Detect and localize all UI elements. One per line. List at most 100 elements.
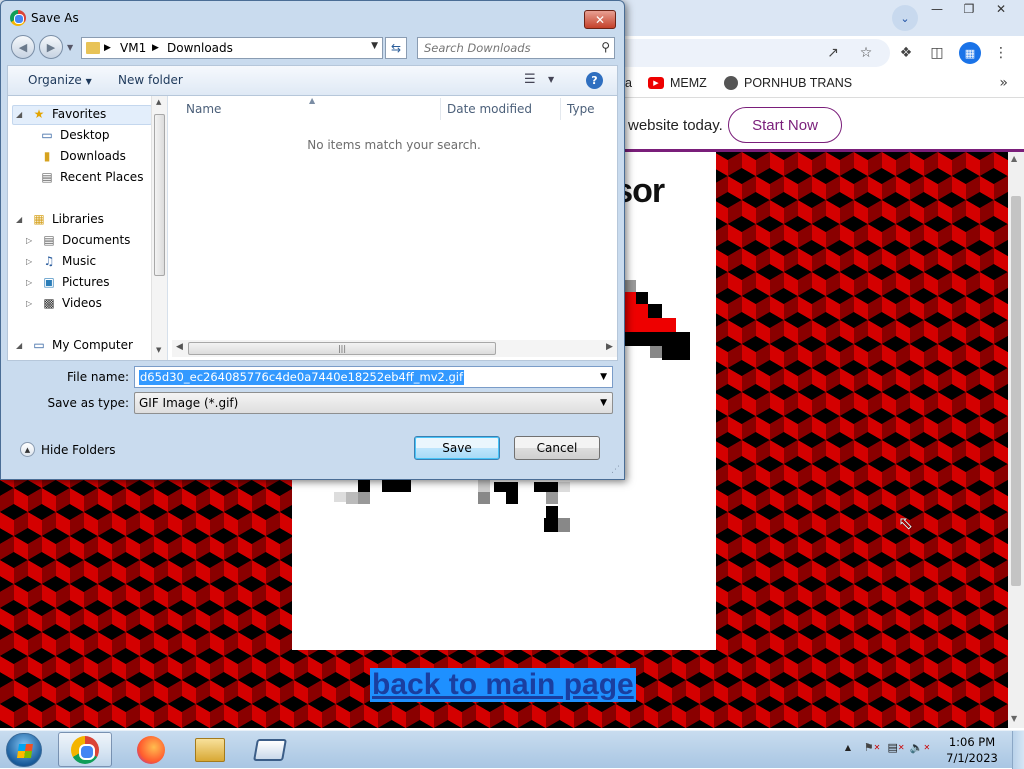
new-folder-button[interactable]: New folder <box>118 73 183 87</box>
search-input[interactable] <box>422 40 592 56</box>
maximize-button[interactable]: ❐ <box>954 0 984 18</box>
resize-grip-icon[interactable]: ⋰ <box>611 465 620 475</box>
column-divider[interactable] <box>440 98 441 120</box>
chevron-down-icon[interactable]: ▼ <box>600 372 607 382</box>
column-divider[interactable] <box>560 98 561 120</box>
page-scrollbar[interactable]: ▲ ▼ <box>1008 152 1024 728</box>
recent-locations-icon[interactable]: ▼ <box>67 43 73 52</box>
chevron-down-icon: ⌄ <box>900 11 910 25</box>
tree-item-music[interactable]: ▷ ♫ Music <box>26 254 96 268</box>
volume-muted-icon[interactable]: 🔈 ✕ <box>910 739 930 755</box>
column-header-type[interactable]: Type <box>567 102 595 116</box>
bookmark-star-icon[interactable]: ☆ <box>855 42 877 64</box>
address-dropdown-icon[interactable]: ▼ <box>371 41 378 51</box>
view-dropdown-icon[interactable]: ▼ <box>548 75 554 84</box>
expand-arrow-icon[interactable]: ◢ <box>16 110 26 119</box>
back-button[interactable]: ◀ <box>11 35 35 59</box>
breadcrumb-chevron-icon[interactable]: ▶ <box>152 43 159 53</box>
help-icon[interactable]: ? <box>586 72 603 89</box>
bookmark-partial-label[interactable]: a <box>625 76 632 90</box>
minimize-button[interactable]: — <box>922 0 952 18</box>
expand-arrow-icon[interactable]: ◢ <box>16 341 26 350</box>
collapsed-arrow-icon[interactable]: ▷ <box>26 257 36 266</box>
tree-item-recent-places[interactable]: ▤ Recent Places <box>39 170 143 184</box>
expand-arrow-icon[interactable]: ◢ <box>16 215 26 224</box>
file-name-field[interactable]: d65d30_ec264085776c4de0a7440e18252eb4ff_… <box>134 366 613 388</box>
save-button[interactable]: Save <box>414 436 500 460</box>
nav-pane-scrollbar[interactable]: ▲ ▼ <box>151 96 167 360</box>
address-breadcrumb[interactable]: ▶ VM1 ▶ Downloads ▼ <box>81 37 383 59</box>
view-options-icon[interactable]: ☰ <box>524 72 536 87</box>
search-icon[interactable]: ⚲ <box>601 40 610 54</box>
scrollbar-thumb[interactable] <box>1011 196 1021 586</box>
collapsed-arrow-icon[interactable]: ▷ <box>26 236 36 245</box>
side-panel-icon[interactable]: ◫ <box>926 42 948 64</box>
tab-search-button[interactable]: ⌄ <box>892 5 918 31</box>
scrollbar-thumb[interactable] <box>154 114 165 276</box>
start-button[interactable] <box>6 733 42 767</box>
organize-menu[interactable]: Organize ▼ <box>28 73 92 87</box>
scroll-right-icon[interactable]: ▶ <box>606 342 613 352</box>
profile-avatar-icon[interactable]: ▦ <box>959 42 981 64</box>
taskbar-app-window[interactable] <box>243 732 297 767</box>
hide-folders-button[interactable]: ▲ Hide Folders <box>20 442 116 457</box>
taskbar-explorer[interactable] <box>183 732 237 767</box>
start-now-button[interactable]: Start Now <box>728 107 842 143</box>
column-header-name[interactable]: Name <box>186 102 221 116</box>
extensions-icon[interactable]: ❖ <box>895 42 917 64</box>
clock-date: 7/1/2023 <box>946 751 998 765</box>
scrollbar-thumb[interactable]: ||| <box>188 342 496 355</box>
back-to-main-page-link[interactable]: back to main page <box>370 668 636 702</box>
tree-item-favorites[interactable]: ◢ ★ Favorites <box>16 107 106 121</box>
collapsed-arrow-icon[interactable]: ▷ <box>26 299 36 308</box>
cancel-button[interactable]: Cancel <box>514 436 600 460</box>
bookmark-pornhub-trans[interactable]: PORNHUB TRANS <box>724 76 852 90</box>
more-bookmarks-icon[interactable]: » <box>999 75 1008 91</box>
tree-item-documents[interactable]: ▷ ▤ Documents <box>26 233 130 247</box>
dialog-close-button[interactable]: ✕ <box>584 10 616 29</box>
scroll-up-icon[interactable]: ▲ <box>1011 154 1017 163</box>
scroll-down-icon[interactable]: ▼ <box>1011 714 1017 723</box>
tree-item-pictures[interactable]: ▷ ▣ Pictures <box>26 275 110 289</box>
command-bar: Organize ▼ New folder ☰ ▼ ? <box>7 65 618 95</box>
dialog-titlebar[interactable]: Save As ✕ <box>1 1 624 33</box>
scroll-left-icon[interactable]: ◀ <box>176 342 183 352</box>
bookmark-memz[interactable]: ▶ MEMZ <box>648 76 707 90</box>
tree-item-libraries[interactable]: ◢ ▦ Libraries <box>16 212 104 226</box>
scroll-up-icon[interactable]: ▲ <box>156 98 161 106</box>
action-center-flag-icon[interactable]: ⚑ ✕ <box>864 739 881 755</box>
menu-kebab-icon[interactable]: ⋮ <box>990 42 1012 64</box>
share-icon[interactable]: ↗ <box>822 42 844 64</box>
search-box[interactable]: ⚲ <box>417 37 615 59</box>
system-clock[interactable]: 1:06 PM 7/1/2023 <box>940 734 1004 766</box>
forward-button[interactable]: ▶ <box>39 35 63 59</box>
show-hidden-icons-icon[interactable]: ▲ <box>840 739 856 755</box>
breadcrumb-chevron-icon[interactable]: ▶ <box>104 43 111 53</box>
column-header-date-modified[interactable]: Date modified <box>447 102 532 116</box>
network-icon[interactable]: ▤ ✕ <box>887 739 904 755</box>
tree-item-my-computer[interactable]: ◢ ▭ My Computer <box>16 338 133 352</box>
taskbar-firefox[interactable] <box>124 732 178 767</box>
back-arrow-icon: ◀ <box>18 40 28 54</box>
close-button[interactable]: ✕ <box>986 0 1016 18</box>
refresh-button[interactable]: ⇆ <box>385 37 407 59</box>
folder-icon <box>86 42 100 54</box>
taskbar: ▲ ⚑ ✕ ▤ ✕ 🔈 ✕ 1:06 PM 7/1/2023 <box>0 730 1024 769</box>
breadcrumb-downloads[interactable]: Downloads <box>167 41 233 55</box>
breadcrumb-vm1[interactable]: VM1 <box>120 41 146 55</box>
address-bar[interactable] <box>600 39 890 67</box>
browser-window-controls: — ❐ ✕ <box>922 0 1016 18</box>
system-tray: ▲ ⚑ ✕ ▤ ✕ 🔈 ✕ <box>840 739 930 755</box>
computer-icon: ▭ <box>33 338 45 352</box>
file-list-scrollbar[interactable]: ◀ ||| ▶ <box>172 340 617 357</box>
tree-item-videos[interactable]: ▷ ▩ Videos <box>26 296 102 310</box>
tree-item-desktop[interactable]: ▭ Desktop <box>39 128 109 142</box>
save-as-type-select[interactable]: GIF Image (*.gif) ▼ <box>134 392 613 414</box>
file-name-value[interactable]: d65d30_ec264085776c4de0a7440e18252eb4ff_… <box>139 370 465 385</box>
tree-item-downloads[interactable]: ▮ Downloads <box>39 149 126 163</box>
scroll-down-icon[interactable]: ▼ <box>156 346 161 354</box>
collapsed-arrow-icon[interactable]: ▷ <box>26 278 36 287</box>
tree-item-label: Pictures <box>62 275 110 289</box>
show-desktop-button[interactable] <box>1012 731 1024 769</box>
taskbar-chrome[interactable] <box>58 732 112 767</box>
